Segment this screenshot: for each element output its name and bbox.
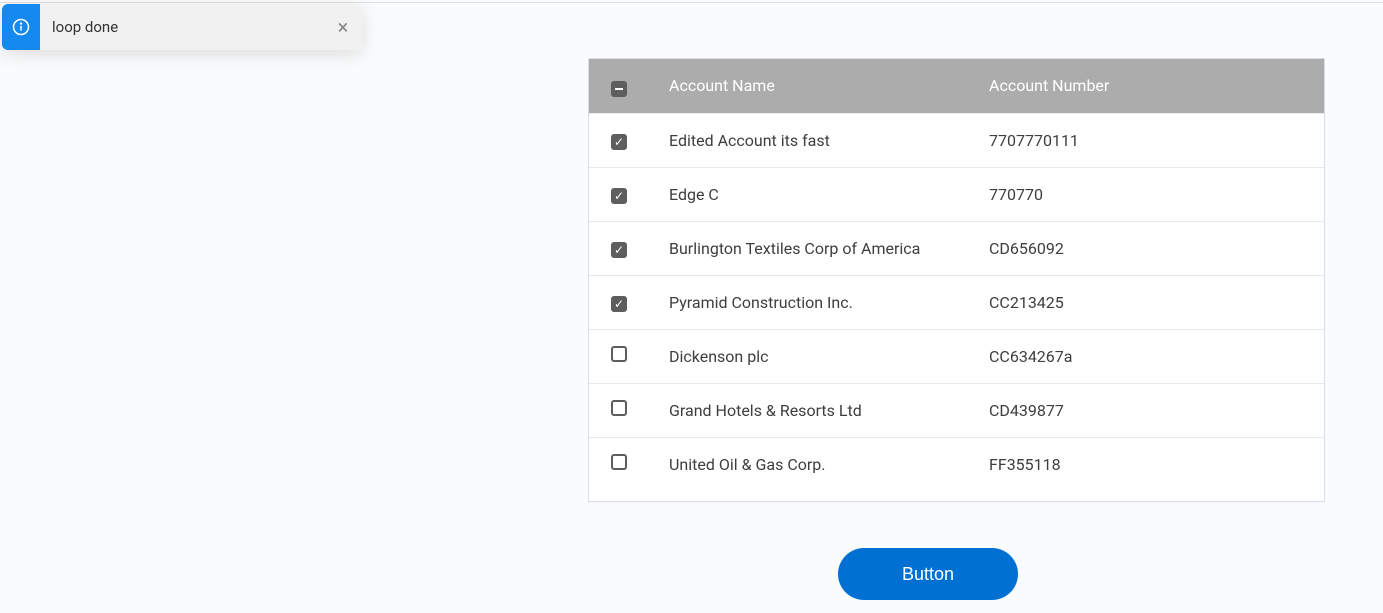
row-checkbox[interactable] — [611, 242, 627, 258]
cell-account-name: Edge C — [669, 167, 989, 221]
toast-message: loop done — [40, 4, 324, 50]
table-row: United Oil & Gas Corp.FF355118 — [589, 437, 1324, 491]
row-checkbox[interactable] — [611, 346, 627, 362]
row-checkbox[interactable] — [611, 296, 627, 312]
row-checkbox[interactable] — [611, 188, 627, 204]
select-all-checkbox[interactable] — [611, 81, 627, 97]
cell-account-number: CD439877 — [989, 383, 1324, 437]
header-account-number[interactable]: Account Number — [989, 59, 1324, 113]
cell-account-name: United Oil & Gas Corp. — [669, 437, 989, 491]
cell-account-name: Pyramid Construction Inc. — [669, 275, 989, 329]
top-border — [0, 2, 1383, 3]
table-row: Burlington Textiles Corp of AmericaCD656… — [589, 221, 1324, 275]
cell-account-name: Edited Account its fast — [669, 113, 989, 167]
row-checkbox[interactable] — [611, 400, 627, 416]
table-row: Grand Hotels & Resorts LtdCD439877 — [589, 383, 1324, 437]
row-checkbox[interactable] — [611, 134, 627, 150]
cell-account-number: 770770 — [989, 167, 1324, 221]
close-icon[interactable]: × — [324, 4, 362, 50]
cell-account-number: CC634267a — [989, 329, 1324, 383]
toast-notification: loop done × — [2, 4, 362, 50]
row-checkbox[interactable] — [611, 454, 627, 470]
cell-account-number: CC213425 — [989, 275, 1324, 329]
accounts-table: Account Name Account Number Edited Accou… — [588, 58, 1325, 502]
cell-account-name: Dickenson plc — [669, 329, 989, 383]
info-icon — [2, 4, 40, 50]
cell-account-number: CD656092 — [989, 221, 1324, 275]
table-scroll[interactable]: Account Name Account Number Edited Accou… — [589, 59, 1324, 501]
table-row: Edge C770770 — [589, 167, 1324, 221]
header-account-name[interactable]: Account Name — [669, 59, 989, 113]
action-button[interactable]: Button — [838, 548, 1018, 600]
table-row: Dickenson plcCC634267a — [589, 329, 1324, 383]
table-row: Edited Account its fast7707770111 — [589, 113, 1324, 167]
table-row: Pyramid Construction Inc.CC213425 — [589, 275, 1324, 329]
table-body: Edited Account its fast7707770111Edge C7… — [589, 113, 1324, 491]
cell-account-number: FF355118 — [989, 437, 1324, 491]
table-header-row: Account Name Account Number — [589, 59, 1324, 113]
cell-account-number: 7707770111 — [989, 113, 1324, 167]
cell-account-name: Grand Hotels & Resorts Ltd — [669, 383, 989, 437]
cell-account-name: Burlington Textiles Corp of America — [669, 221, 989, 275]
